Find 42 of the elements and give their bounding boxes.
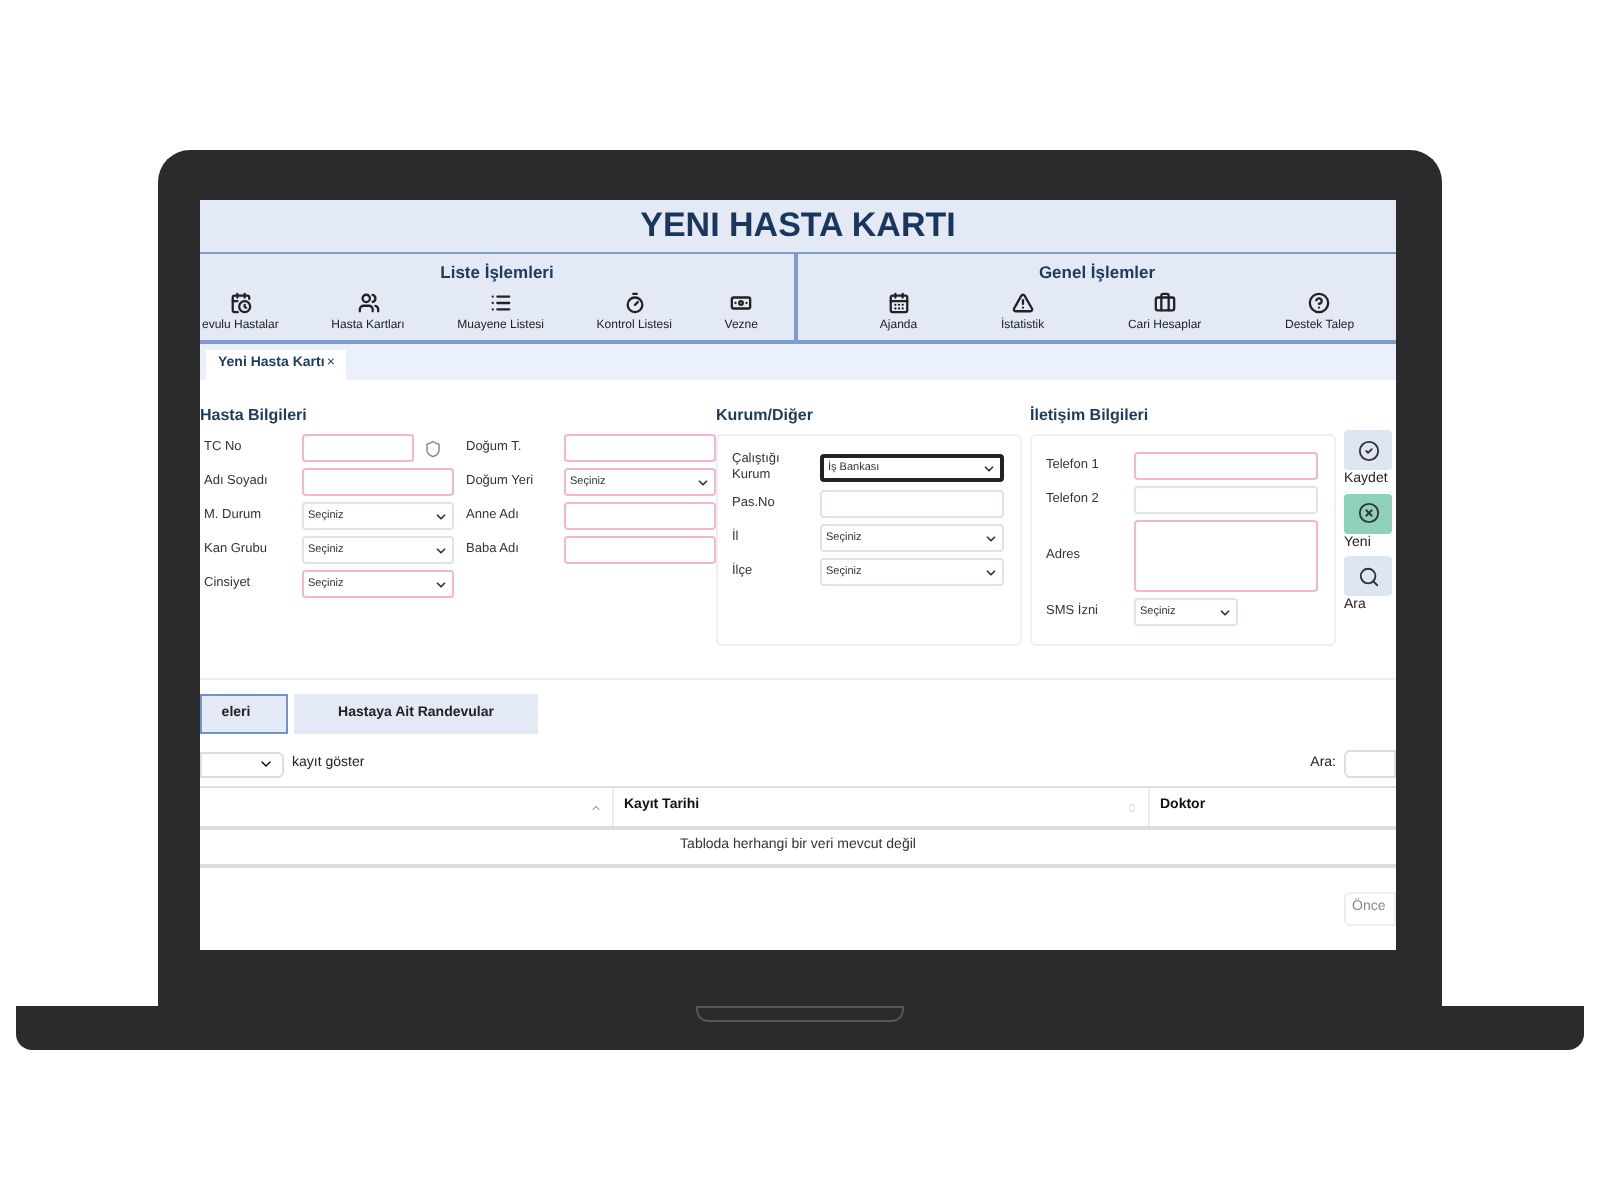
check-circle-icon bbox=[1357, 439, 1379, 461]
section-title: Kurum/Diğer bbox=[716, 404, 815, 428]
action-button[interactable] bbox=[1344, 493, 1392, 533]
action-button[interactable] bbox=[1344, 430, 1392, 470]
input-field[interactable] bbox=[564, 502, 716, 530]
chevron-down-icon bbox=[434, 577, 448, 591]
textarea-field[interactable] bbox=[1134, 520, 1318, 592]
action-button[interactable] bbox=[1344, 556, 1392, 596]
chevron-down-icon bbox=[984, 531, 998, 545]
chevron-down-icon bbox=[982, 461, 996, 475]
window-title: YENI HASTA KARTI bbox=[200, 200, 1396, 254]
group-title: Genel İşlemler bbox=[1038, 260, 1156, 286]
input-field[interactable] bbox=[1134, 486, 1318, 514]
calendar-icon bbox=[887, 291, 910, 314]
chevron-down-icon bbox=[434, 509, 448, 523]
section-title: Hasta Bilgileri bbox=[200, 404, 309, 428]
shield-icon[interactable] bbox=[424, 439, 442, 457]
list-icon bbox=[489, 291, 512, 314]
triangle-icon bbox=[1011, 291, 1034, 314]
briefcase-icon bbox=[1153, 291, 1176, 314]
x-circle-icon bbox=[1357, 502, 1379, 524]
select-field[interactable] bbox=[200, 751, 284, 777]
chevron-down-icon bbox=[984, 565, 998, 579]
banknote-icon bbox=[730, 291, 753, 314]
chevron-down-icon bbox=[258, 756, 274, 772]
chevron-down-icon bbox=[1218, 605, 1232, 619]
people-icon bbox=[357, 291, 379, 314]
stopwatch-icon bbox=[623, 291, 646, 314]
input-field[interactable] bbox=[564, 434, 716, 462]
input-field[interactable] bbox=[564, 536, 716, 564]
help-icon bbox=[1308, 291, 1331, 314]
calendar-clock-icon bbox=[229, 291, 252, 314]
chevron-down-icon bbox=[434, 543, 448, 557]
input-field[interactable] bbox=[820, 490, 1004, 518]
input-field[interactable] bbox=[1134, 452, 1318, 480]
input-field[interactable] bbox=[302, 434, 414, 462]
group-title: Liste İşlemleri bbox=[440, 260, 554, 286]
chevron-down-icon bbox=[696, 475, 710, 489]
search-icon bbox=[1357, 565, 1379, 587]
input-field[interactable] bbox=[302, 468, 454, 496]
search-field[interactable] bbox=[1344, 750, 1396, 778]
section-title: İletişim Bilgileri bbox=[1030, 404, 1151, 428]
